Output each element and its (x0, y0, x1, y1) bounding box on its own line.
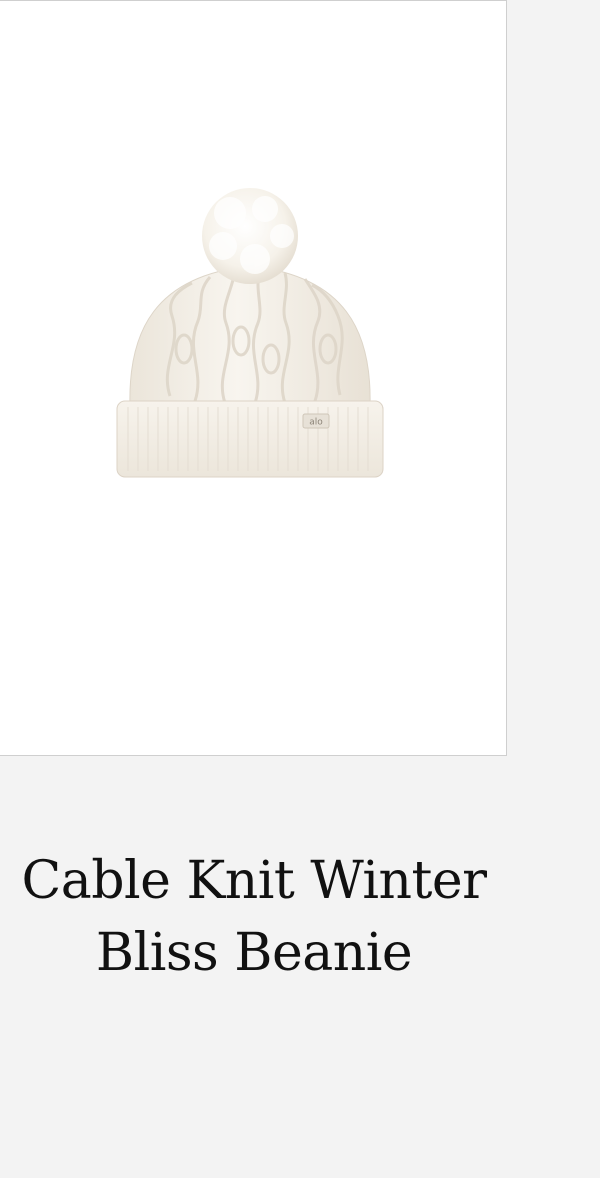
product-image[interactable]: alo (100, 181, 400, 491)
brand-logo-text: alo (309, 418, 323, 428)
product-image-frame[interactable]: alo (0, 0, 507, 756)
product-title-line-2: Bliss Beanie (95, 923, 413, 983)
product-title[interactable]: Cable Knit Winter Bliss Beanie (0, 845, 508, 989)
product-title-line-1: Cable Knit Winter (21, 851, 487, 911)
product-card[interactable]: alo Cable Knit Winter Bliss Beanie (0, 0, 600, 1178)
beanie-cuff (116, 400, 384, 478)
